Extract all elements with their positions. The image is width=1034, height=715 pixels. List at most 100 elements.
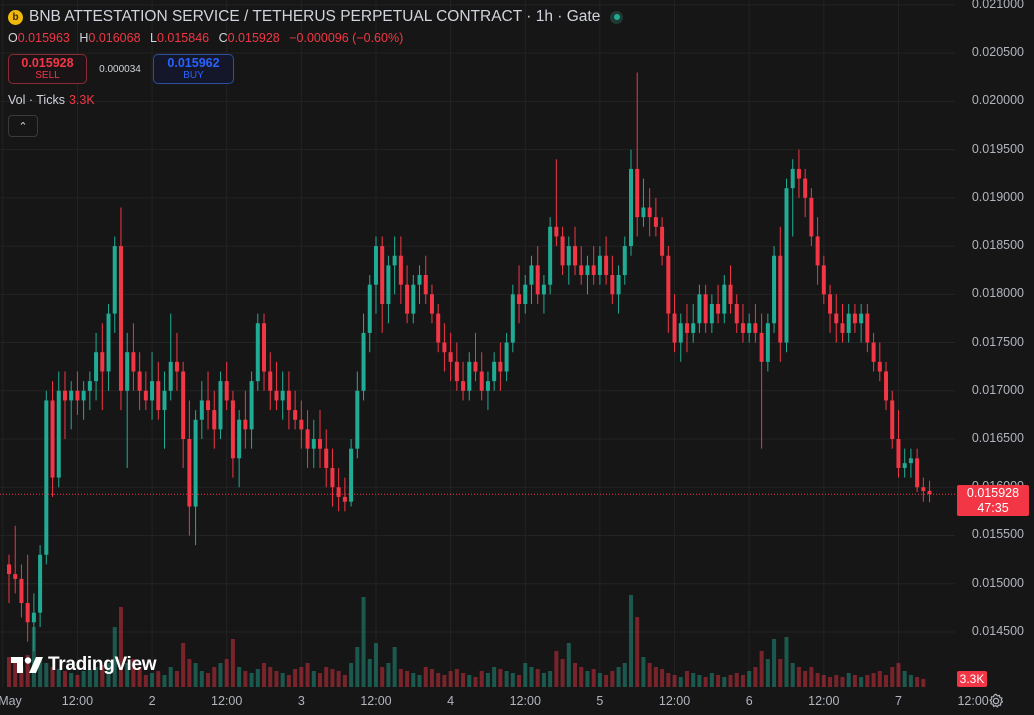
candle-body [834,313,839,324]
price-axis-label: 0.017500 [971,334,1024,349]
settings-gear-icon[interactable] [988,693,1004,709]
volume-bar [753,667,758,687]
volume-bar [772,639,777,687]
volume-bar [604,675,609,687]
volume-bar [629,595,633,687]
volume-bar [361,597,366,687]
volume-bar [411,673,416,687]
volume-bar [162,675,167,687]
volume-bar [299,667,304,687]
spread-value: 0.000034 [99,63,141,75]
candle-body [778,255,783,343]
candle-body [734,303,739,324]
candle-body [106,313,111,372]
volume-bar [896,663,901,687]
open-value: 0.015963 [17,31,70,45]
low-key: L [150,31,157,45]
volume-bar [492,667,497,687]
volume-bar [510,673,515,687]
candle-body [772,255,777,324]
time-axis-label: 12:00 [658,694,691,708]
candle-body [560,236,565,266]
candle-body [740,323,745,333]
candle-body [691,323,696,333]
volume-bar [143,675,148,687]
price-axis-label: 0.014500 [971,623,1024,638]
candle-body [585,265,590,276]
candle-body [635,168,640,218]
volume-bar [467,675,472,687]
candle-body [44,400,49,555]
candle-body [187,439,192,507]
volume-legend[interactable]: Vol · Ticks 3.3K [8,93,623,109]
volume-bar [877,671,882,687]
trade-buttons: 0.015928 SELL 0.000034 0.015962 BUY [8,52,623,86]
volume-bar [722,677,727,687]
volume-bar [890,667,895,687]
candle-body [311,439,316,449]
time-axis-label: 12:00 [61,694,94,708]
volume-bar [255,669,260,687]
symbol-title[interactable]: BNB ATTESTATION SERVICE / TETHERUS PERPE… [29,8,600,26]
candle-body [411,284,416,314]
volume-bar [672,675,677,687]
candle-body [461,381,466,391]
volume-label: Vol · Ticks [8,93,65,107]
candle-body [510,294,515,343]
price-axis-label: 0.019500 [971,141,1024,156]
tradingview-logo[interactable]: TradingView [11,654,157,676]
volume-bar [243,671,248,687]
candle-body [56,390,61,478]
volume-bar [349,663,354,687]
volume-bar [442,675,447,687]
time-axis-label: 2 [148,694,156,708]
volume-bar [653,667,658,687]
candle-body [504,342,509,372]
candle-body [19,578,24,604]
volume-bar [610,671,615,687]
volume-bar [796,667,801,687]
time-axis-label: 4 [447,694,455,708]
time-axis-label: 5 [596,694,604,708]
volume-bar [691,673,696,687]
volume-bar [423,667,428,687]
candle-body [442,342,447,353]
candle-body [75,390,80,401]
bar-countdown: 47:35 [977,501,1009,516]
volume-bar [330,669,335,687]
time-axis-label: 12:00 [360,694,392,708]
candle-body [336,487,341,497]
volume-bar [206,673,211,687]
candle-body [517,294,522,304]
ohlc-values: O0.015963 H0.016068 L0.015846 C0.015928 … [8,31,623,47]
volume-bar [678,677,683,687]
collapse-legend-button[interactable]: ⌃ [8,115,38,137]
candle-body [69,390,74,401]
candle-body [380,246,385,304]
volume-bar [821,675,826,687]
candle-body [373,246,378,285]
candle-body [846,313,851,333]
volume-bar [156,671,161,687]
price-axis-label: 0.019000 [971,189,1024,204]
candle-body [803,178,808,198]
volume-bar [386,663,391,687]
candle-body [262,323,267,372]
volume-bar [759,651,764,687]
candle-body [809,197,814,237]
volume-bar [168,667,173,687]
candle-body [156,381,161,411]
price-axis-label: 0.020000 [971,93,1024,108]
candle-body [7,564,11,575]
candle-body [554,226,559,237]
candle-body [174,361,179,372]
candle-body [548,226,553,285]
volume-bar [573,663,578,687]
volume-bar [846,673,851,687]
volume-bar [187,659,192,687]
candle-body [280,390,285,401]
volume-bar [498,669,503,687]
candle-body [417,275,422,285]
sell-button[interactable]: 0.015928 SELL [8,54,87,84]
buy-button[interactable]: 0.015962 BUY [153,54,234,84]
